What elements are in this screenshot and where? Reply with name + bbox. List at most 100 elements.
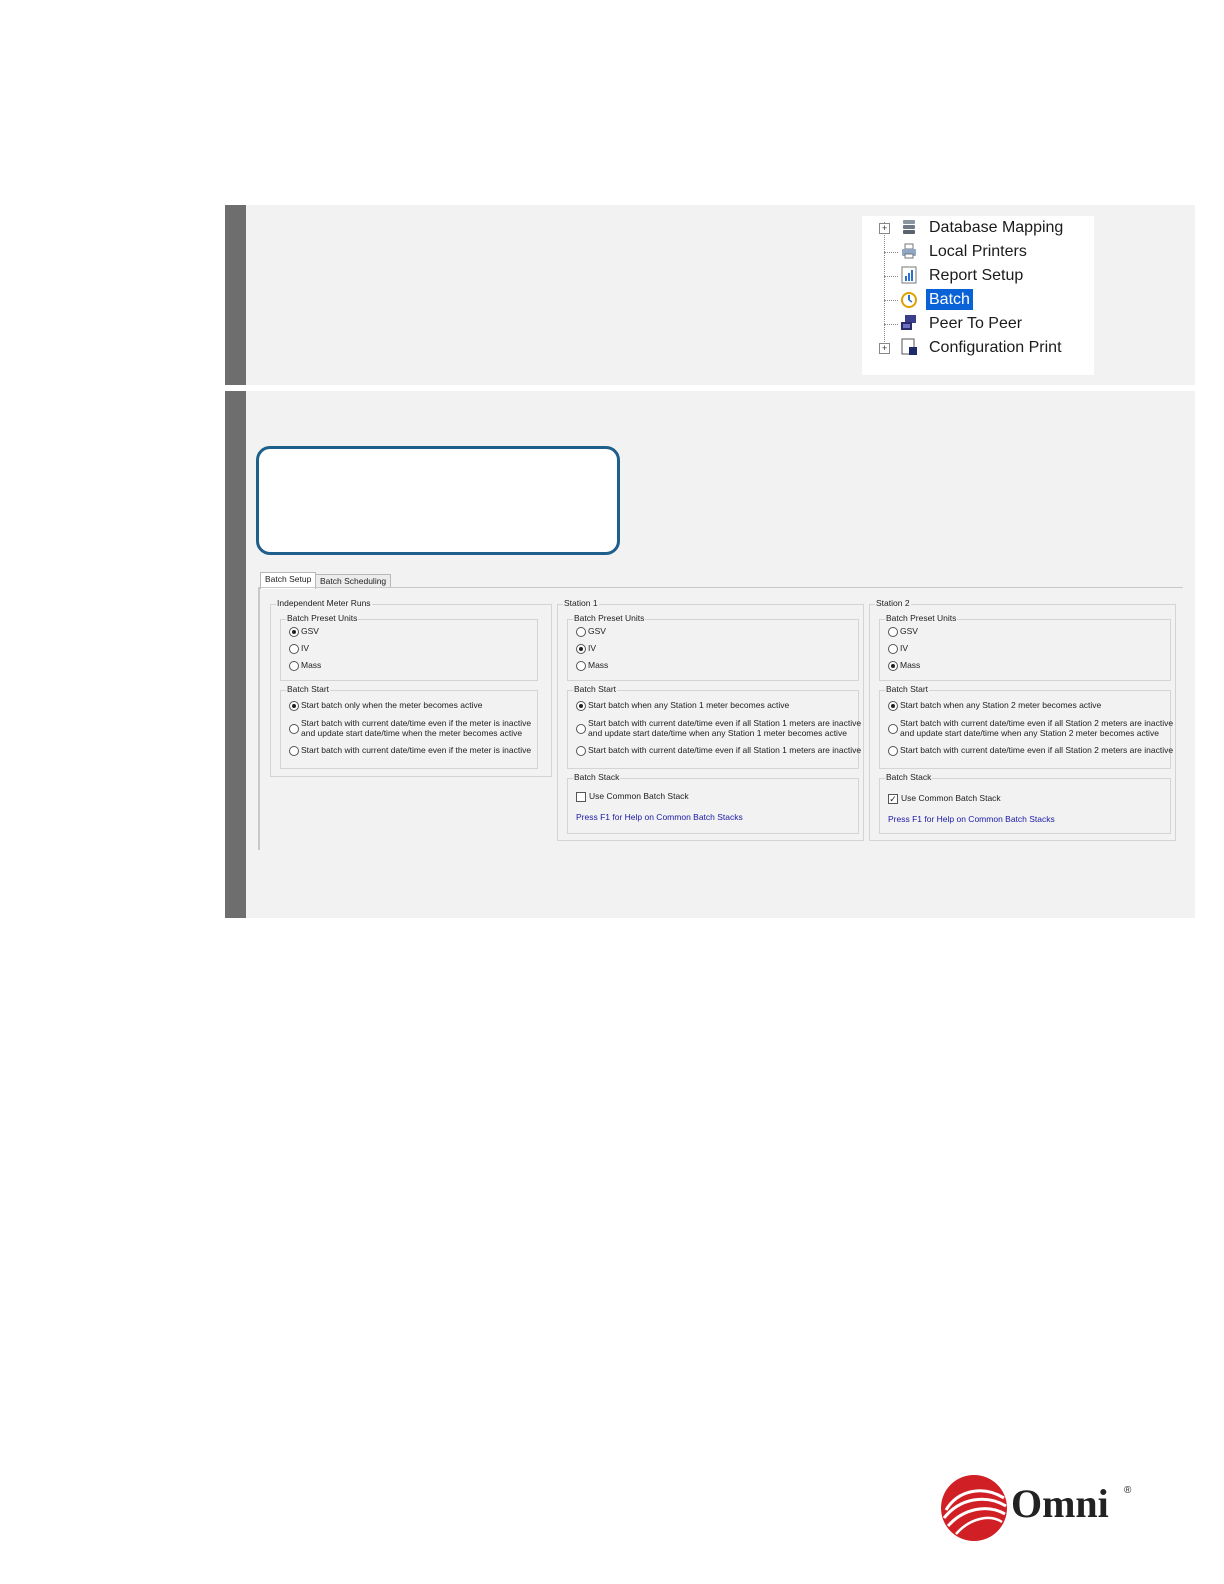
- radio-button[interactable]: [289, 644, 299, 654]
- radio-button[interactable]: [888, 627, 898, 637]
- expand-plus-icon[interactable]: +: [879, 343, 890, 354]
- group-title: Independent Meter Runs: [276, 598, 372, 608]
- start-option-2[interactable]: Start batch with current date/time even …: [289, 718, 531, 738]
- start-option-1[interactable]: Start batch when any Station 2 meter bec…: [888, 700, 1101, 711]
- option-label: Mass: [588, 660, 609, 670]
- use-common-batch-stack-checkbox[interactable]: Use Common Batch Stack: [576, 791, 689, 802]
- tree-branch: [884, 300, 898, 301]
- step-1-panel: + Database Mapping Local Printers Report…: [225, 205, 1195, 385]
- tab-batch-scheduling[interactable]: Batch Scheduling: [315, 574, 392, 588]
- station-2-group: Station 2 Batch Preset Units GSV IV Mass…: [869, 598, 1176, 841]
- start-option-1[interactable]: Start batch when any Station 1 meter bec…: [576, 700, 790, 711]
- start-option-2[interactable]: Start batch with current date/time even …: [576, 718, 862, 738]
- printer-icon: [900, 242, 918, 260]
- radio-button[interactable]: [888, 723, 898, 734]
- tree-branch: [884, 324, 898, 325]
- network-icon: [900, 314, 918, 332]
- preset-option-gsv[interactable]: GSV: [289, 626, 319, 637]
- option-label: Start batch with current date/time even …: [900, 718, 1174, 738]
- batch-preset-units-group: Batch Preset Units GSV IV Mass: [879, 613, 1171, 681]
- tree-item-configuration-print[interactable]: + Configuration Print: [862, 336, 1094, 360]
- option-label: Start batch when any Station 1 meter bec…: [588, 700, 790, 710]
- preset-option-mass[interactable]: Mass: [576, 660, 609, 671]
- option-label: GSV: [900, 626, 918, 636]
- batch-stack-group: Batch Stack Use Common Batch Stack Press…: [567, 772, 859, 834]
- tree-item-database-mapping[interactable]: + Database Mapping: [862, 216, 1094, 240]
- radio-button[interactable]: [888, 701, 898, 711]
- batch-clock-icon: [900, 290, 918, 308]
- station-1-group: Station 1 Batch Preset Units GSV IV Mass…: [557, 598, 864, 841]
- tree-item-label: Database Mapping: [929, 219, 1064, 236]
- start-option-3[interactable]: Start batch with current date/time even …: [576, 745, 861, 756]
- document-icon: [900, 338, 918, 356]
- preset-option-iv[interactable]: IV: [576, 643, 596, 654]
- omni-swirl-icon: [941, 1475, 1007, 1541]
- radio-button[interactable]: [576, 661, 586, 671]
- preset-option-mass[interactable]: Mass: [888, 660, 920, 671]
- independent-meter-runs-group: Independent Meter Runs Batch Preset Unit…: [270, 598, 552, 777]
- radio-button[interactable]: [888, 746, 898, 756]
- preset-option-iv[interactable]: IV: [289, 643, 309, 654]
- database-icon: [900, 218, 918, 236]
- option-label: Start batch only when the meter becomes …: [301, 700, 483, 710]
- radio-button[interactable]: [289, 746, 299, 756]
- logo-wordmark: Omni: [1011, 1481, 1109, 1526]
- start-option-1[interactable]: Start batch only when the meter becomes …: [289, 700, 483, 711]
- preset-option-gsv[interactable]: GSV: [888, 626, 918, 637]
- radio-button[interactable]: [888, 661, 898, 671]
- group-title: Batch Stack: [885, 772, 933, 782]
- option-label: GSV: [301, 626, 319, 636]
- option-label: IV: [900, 643, 909, 653]
- option-label: GSV: [588, 626, 606, 636]
- batch-stack-group: Batch Stack ✓ Use Common Batch Stack Pres…: [879, 772, 1171, 834]
- tree-item-label: Configuration Print: [929, 339, 1062, 356]
- checkbox[interactable]: [576, 792, 586, 802]
- preset-option-mass[interactable]: Mass: [289, 660, 321, 671]
- radio-button[interactable]: [576, 627, 586, 637]
- tree-item-batch[interactable]: Batch: [862, 288, 1094, 312]
- group-title: Batch Stack: [573, 772, 621, 782]
- omni-logo: Omni ®: [938, 1470, 1138, 1542]
- tree-item-label: Batch: [926, 289, 973, 310]
- config-tree: + Database Mapping Local Printers Report…: [862, 216, 1094, 375]
- help-link[interactable]: Press F1 for Help on Common Batch Stacks: [576, 812, 743, 822]
- help-link[interactable]: Press F1 for Help on Common Batch Stacks: [888, 814, 1055, 824]
- start-option-3[interactable]: Start batch with current date/time even …: [888, 745, 1174, 756]
- tree-branch: [884, 252, 898, 253]
- radio-button[interactable]: [888, 644, 898, 654]
- preset-option-iv[interactable]: IV: [888, 643, 909, 654]
- group-title: Station 2: [875, 598, 911, 608]
- tree-item-local-printers[interactable]: Local Printers: [862, 240, 1094, 264]
- start-option-2[interactable]: Start batch with current date/time even …: [888, 718, 1174, 738]
- tree-item-label: Local Printers: [929, 243, 1027, 260]
- radio-button[interactable]: [576, 746, 586, 756]
- checkmark-icon[interactable]: ✓: [888, 794, 898, 804]
- group-title: Batch Start: [885, 684, 930, 694]
- step-bar: [225, 391, 246, 918]
- radio-button[interactable]: [576, 644, 586, 654]
- expand-plus-icon[interactable]: +: [879, 223, 890, 234]
- use-common-batch-stack-checkbox[interactable]: ✓ Use Common Batch Stack: [888, 793, 1001, 804]
- group-title: Station 1: [563, 598, 599, 608]
- callout-box: [256, 446, 620, 555]
- group-title: Batch Preset Units: [573, 613, 646, 623]
- checkbox-label: Use Common Batch Stack: [901, 793, 1001, 803]
- option-label: Start batch with current date/time even …: [588, 718, 862, 738]
- radio-button[interactable]: [289, 661, 299, 671]
- tree-item-report-setup[interactable]: Report Setup: [862, 264, 1094, 288]
- tree-branch: [884, 276, 898, 277]
- radio-button[interactable]: [576, 701, 586, 711]
- batch-preset-units-group: Batch Preset Units GSV IV Mass: [567, 613, 859, 681]
- radio-button[interactable]: [289, 627, 299, 637]
- tree-item-peer-to-peer[interactable]: Peer To Peer: [862, 312, 1094, 336]
- registered-mark: ®: [1124, 1485, 1132, 1496]
- radio-button[interactable]: [576, 723, 586, 734]
- batch-start-group: Batch Start Start batch when any Station…: [567, 684, 862, 769]
- radio-button[interactable]: [289, 701, 299, 711]
- checkbox-label: Use Common Batch Stack: [589, 791, 689, 801]
- start-option-3[interactable]: Start batch with current date/time even …: [289, 745, 531, 756]
- preset-option-gsv[interactable]: GSV: [576, 626, 606, 637]
- batch-start-group: Batch Start Start batch when any Station…: [879, 684, 1174, 769]
- option-label: Start batch with current date/time even …: [900, 745, 1174, 755]
- radio-button[interactable]: [289, 723, 299, 734]
